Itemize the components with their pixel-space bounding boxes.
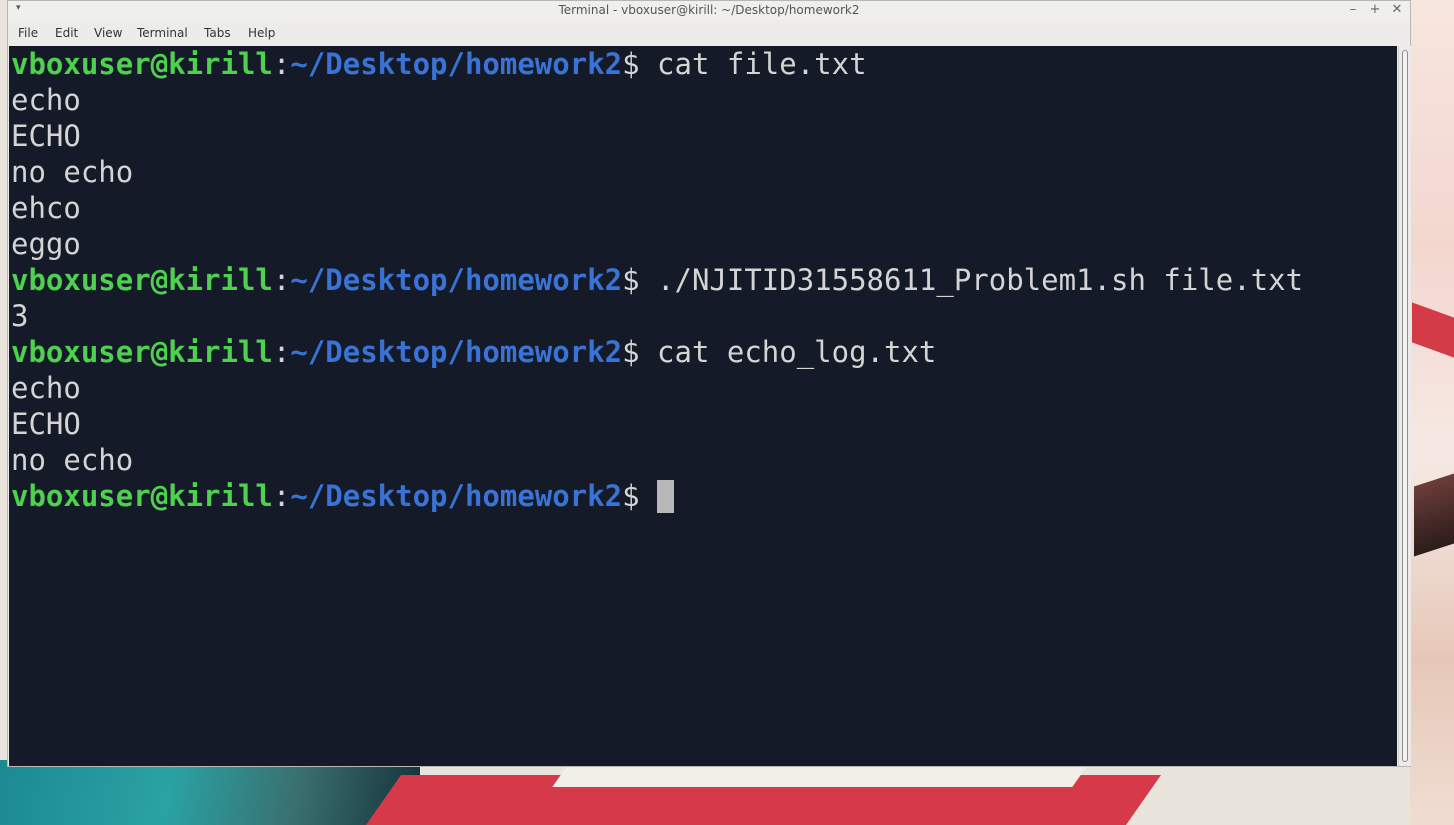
prompt-line: vboxuser@kirill:~/Desktop/homework2$ ./N…: [11, 262, 1397, 298]
output-line: ECHO: [11, 407, 81, 441]
prompt-dollar: $: [622, 263, 640, 297]
prompt-path: ~/Desktop/homework2: [290, 47, 623, 81]
menu-tabs[interactable]: Tabs: [204, 26, 231, 40]
menu-view[interactable]: View: [94, 26, 122, 40]
window-title: Terminal - vboxuser@kirill: ~/Desktop/ho…: [558, 3, 860, 17]
title-bar[interactable]: ▾ Terminal - vboxuser@kirill: ~/Desktop/…: [8, 1, 1410, 20]
output-line: echo: [11, 371, 81, 405]
command-text: ./NJITID31558611_Problem1.sh file.txt: [639, 263, 1304, 297]
output-line: eggo: [11, 227, 81, 261]
output-line: 3: [11, 299, 29, 333]
wallpaper-region-right: [1410, 0, 1454, 825]
vertical-scrollbar[interactable]: [1398, 46, 1411, 766]
output-line: no echo: [11, 443, 134, 477]
menu-terminal[interactable]: Terminal: [137, 26, 188, 40]
prompt-user: vboxuser@kirill: [11, 47, 273, 81]
scrollbar-thumb[interactable]: [1402, 50, 1408, 762]
menu-edit[interactable]: Edit: [55, 26, 78, 40]
output-line: no echo: [11, 155, 134, 189]
prompt-dollar: $: [622, 47, 640, 81]
text-cursor: [657, 480, 675, 513]
prompt-colon: :: [272, 335, 291, 369]
prompt-user: vboxuser@kirill: [11, 263, 273, 297]
menu-file[interactable]: File: [18, 26, 38, 40]
menu-bar: File Edit View Terminal Tabs Help: [8, 21, 1410, 45]
prompt-line: vboxuser@kirill:~/Desktop/homework2$ cat…: [11, 334, 1397, 370]
command-text: cat file.txt: [639, 47, 867, 81]
prompt-line: vboxuser@kirill:~/Desktop/homework2$ cat…: [11, 46, 1397, 82]
minimize-icon[interactable]: –: [1346, 2, 1360, 18]
maximize-icon[interactable]: +: [1368, 2, 1382, 18]
command-text: cat echo_log.txt: [639, 335, 937, 369]
prompt-path: ~/Desktop/homework2: [290, 263, 623, 297]
prompt-colon: :: [272, 263, 291, 297]
prompt-user: vboxuser@kirill: [11, 479, 273, 513]
terminal-output[interactable]: vboxuser@kirill:~/Desktop/homework2$ cat…: [9, 46, 1397, 766]
terminal-window: ▾ Terminal - vboxuser@kirill: ~/Desktop/…: [7, 0, 1411, 767]
prompt-colon: :: [272, 47, 291, 81]
prompt-line: vboxuser@kirill:~/Desktop/homework2$: [11, 478, 1397, 514]
prompt-colon: :: [272, 479, 291, 513]
prompt-dollar: $: [622, 479, 640, 513]
wallpaper-white-stripe: [552, 765, 1088, 787]
prompt-user: vboxuser@kirill: [11, 335, 273, 369]
output-line: echo: [11, 83, 81, 117]
wallpaper-dark-patch: [1414, 473, 1454, 557]
close-icon[interactable]: ✕: [1390, 2, 1404, 18]
command-text: [640, 479, 657, 513]
wallpaper-region-left: [0, 760, 420, 825]
output-line: ehco: [11, 191, 81, 225]
prompt-path: ~/Desktop/homework2: [290, 479, 623, 513]
menu-help[interactable]: Help: [248, 26, 275, 40]
output-line: ECHO: [11, 119, 81, 153]
prompt-dollar: $: [622, 335, 640, 369]
prompt-path: ~/Desktop/homework2: [290, 335, 623, 369]
